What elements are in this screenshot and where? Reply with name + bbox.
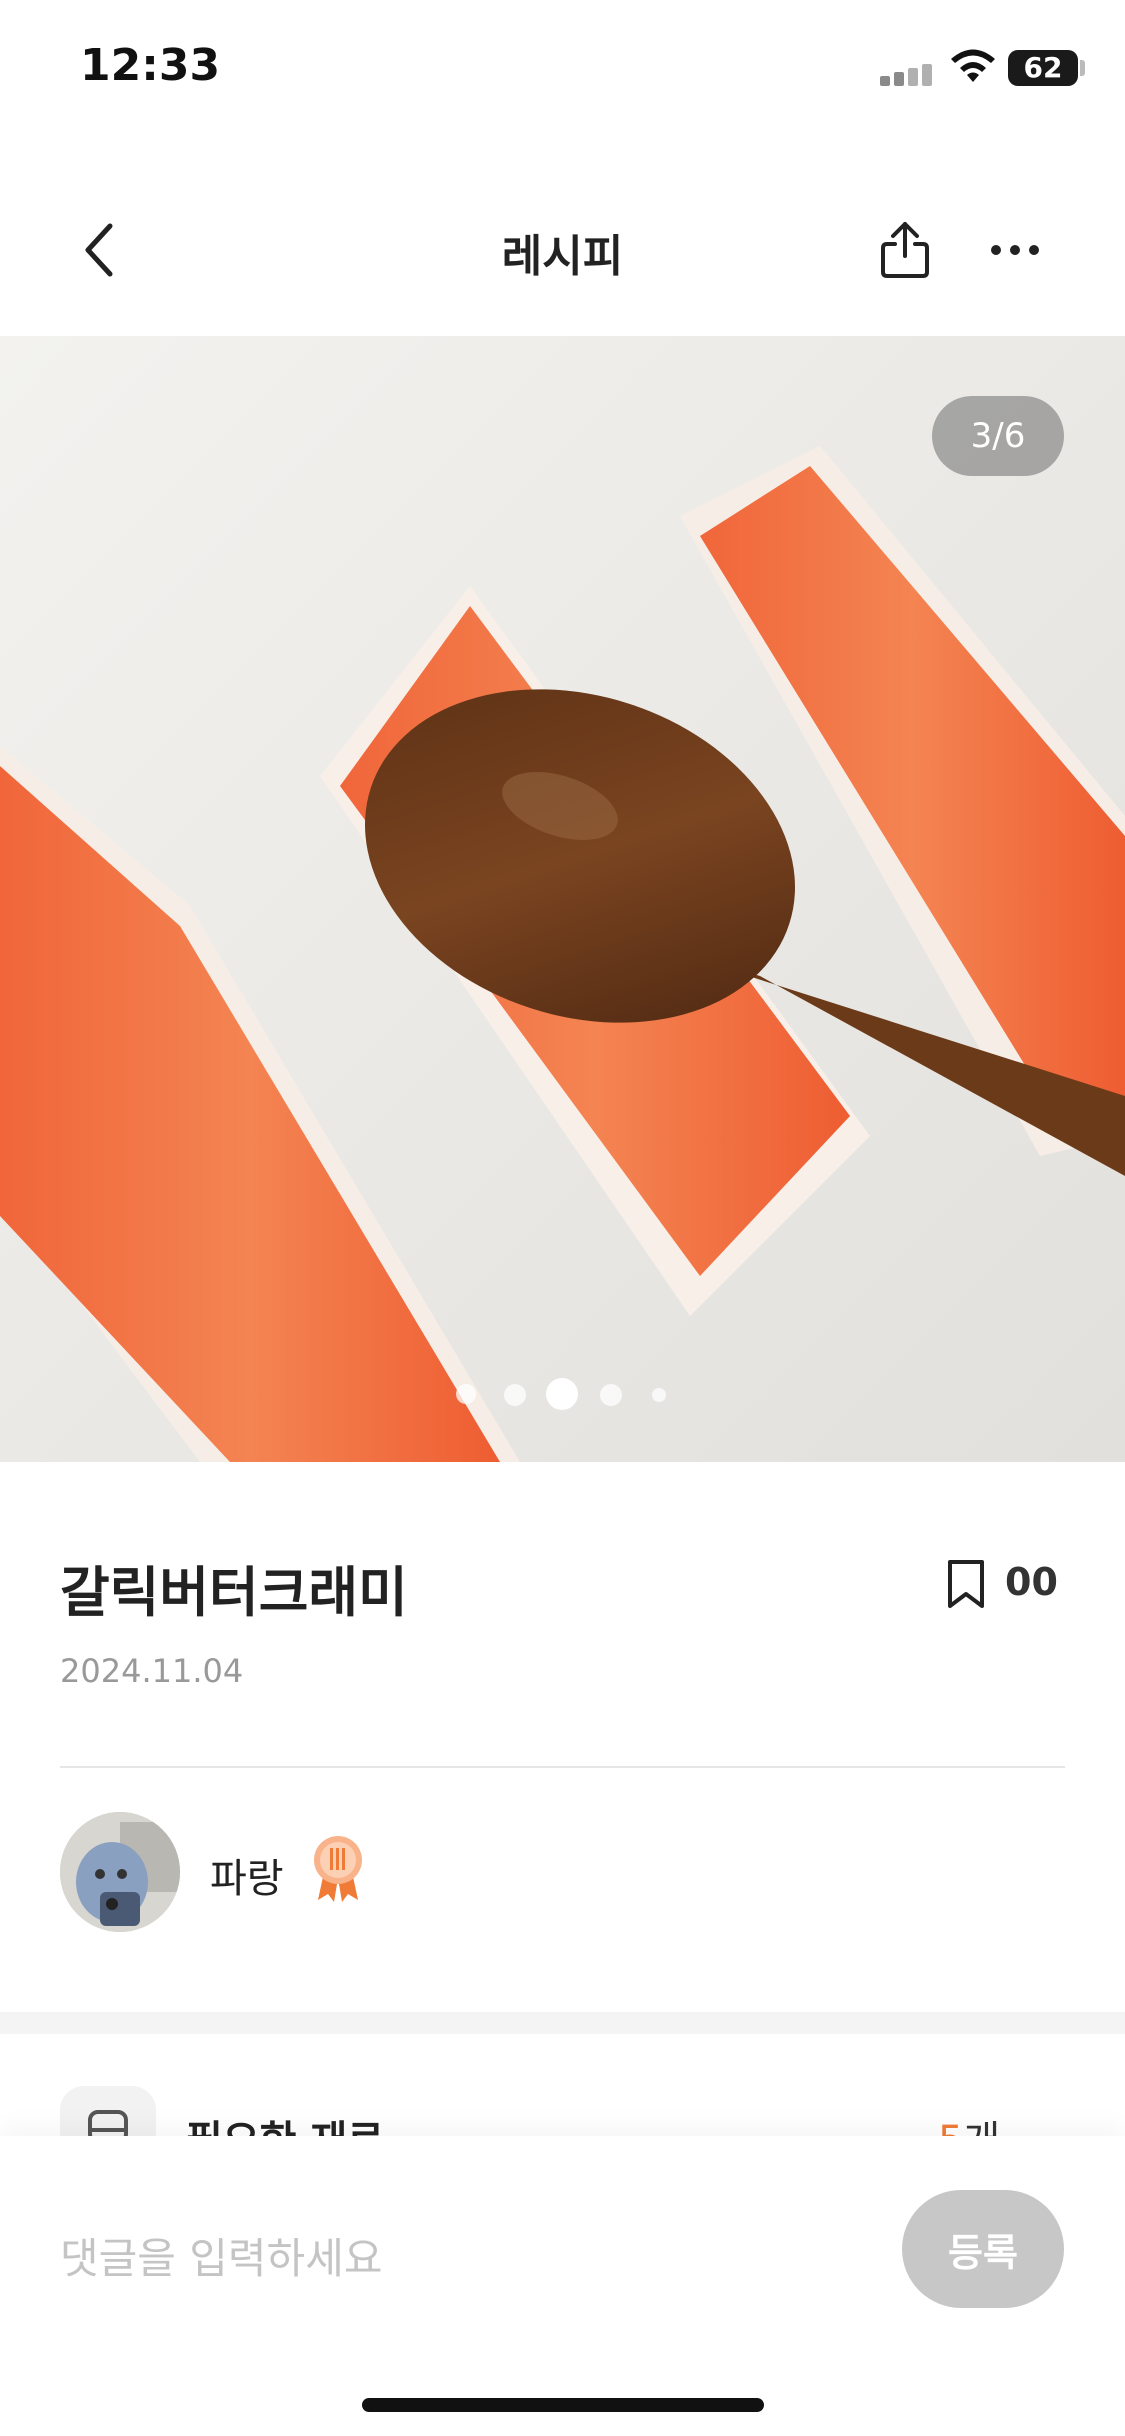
ingredients-icon-box [60, 2086, 156, 2136]
ingredients-count-number: 5 [938, 2118, 963, 2136]
author-name[interactable]: 파랑 [210, 1846, 284, 1904]
comment-bar: 등록 [0, 2136, 1125, 2436]
pagination-dot-active[interactable] [546, 1378, 578, 1410]
avatar-image [60, 1812, 180, 1932]
author-avatar[interactable] [60, 1812, 180, 1932]
more-options-button[interactable] [975, 210, 1055, 290]
ingredients-row[interactable]: 필요한 재료 5개 [0, 2034, 1125, 2136]
pagination-dot[interactable] [456, 1384, 476, 1404]
recipe-photo[interactable] [0, 336, 1125, 1462]
status-bar: 12:33 62 [0, 0, 1125, 140]
divider [60, 1766, 1065, 1768]
battery-tip [1080, 60, 1085, 76]
nav-bar: 레시피 [0, 190, 1125, 310]
share-button[interactable] [865, 210, 945, 290]
more-icon [991, 245, 1039, 255]
comment-input[interactable] [60, 2222, 880, 2294]
section-gap [0, 2012, 1125, 2034]
home-indicator [362, 2398, 764, 2412]
submit-comment-button[interactable]: 등록 [902, 2190, 1064, 2308]
wifi-icon [951, 49, 995, 82]
ingredients-label: 필요한 재료 [186, 2108, 384, 2136]
medal-badge-icon [314, 1836, 362, 1902]
pagination-dot[interactable] [504, 1384, 526, 1406]
photo-pagination-dots [0, 1376, 1125, 1410]
shopping-cart-icon [88, 2110, 128, 2136]
crab-stick-image [0, 336, 1125, 1462]
pagination-dot[interactable] [600, 1384, 622, 1406]
cellular-signal-icon [880, 64, 936, 86]
pagination-dot[interactable] [652, 1388, 666, 1402]
recipe-date: 2024.11.04 [60, 1652, 244, 1690]
photo-page-counter: 3/6 [932, 396, 1064, 476]
ingredients-count: 5개 [938, 2108, 1000, 2136]
bookmark-icon[interactable] [938, 1556, 994, 1612]
battery-icon: 62 [1008, 50, 1078, 86]
status-time: 12:33 [80, 40, 221, 91]
share-icon [881, 222, 929, 278]
recipe-title: 갈릭버터크래미 [60, 1561, 408, 1624]
bookmark-count: 00 [1005, 1560, 1058, 1604]
page-title: 레시피 [501, 231, 624, 282]
ingredients-count-unit: 개 [963, 2118, 1000, 2136]
